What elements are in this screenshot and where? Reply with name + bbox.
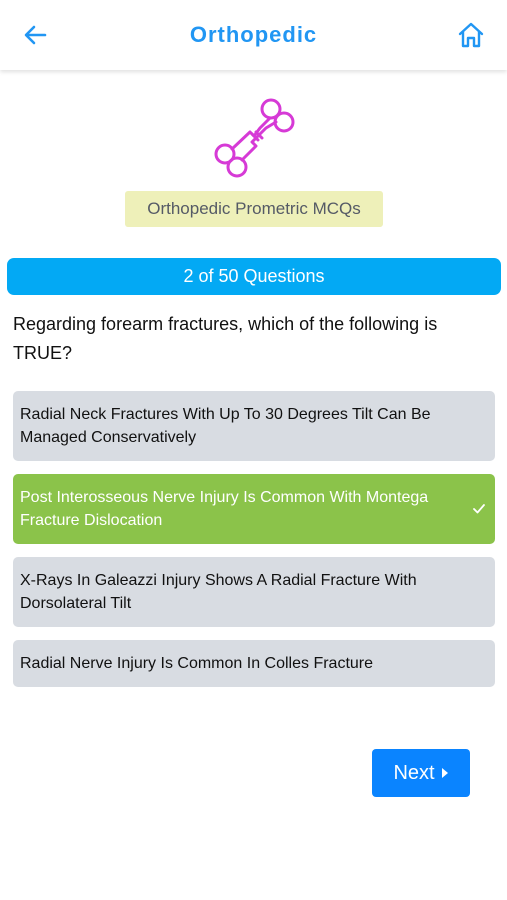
answer-option-label: Radial Nerve Injury Is Common In Colles … [20, 655, 374, 672]
answer-option-2[interactable]: Post Interosseous Nerve Injury Is Common… [13, 474, 495, 544]
home-button[interactable] [454, 18, 488, 52]
answer-option-1[interactable]: Radial Neck Fractures With Up To 30 Degr… [13, 391, 495, 461]
answer-option-label: Post Interosseous Nerve Injury Is Common… [20, 489, 429, 529]
home-icon [458, 22, 484, 48]
question-text: Regarding forearm fractures, which of th… [13, 314, 438, 363]
app-bar: Orthopedic [0, 0, 507, 70]
answer-option-3[interactable]: X-Rays In Galeazzi Injury Shows A Radial… [13, 557, 495, 627]
question-progress: 2 of 50 Questions [7, 258, 501, 295]
next-button[interactable]: Next [372, 749, 470, 797]
answer-option-label: X-Rays In Galeazzi Injury Shows A Radial… [20, 572, 417, 612]
checkmark-icon [473, 504, 485, 514]
category-badge: Orthopedic Prometric MCQs [125, 191, 383, 227]
answer-option-4[interactable]: Radial Nerve Injury Is Common In Colles … [13, 640, 495, 687]
page-title: Orthopedic [189, 22, 318, 47]
next-button-label: Next [393, 761, 435, 784]
broken-bone-icon [212, 96, 298, 180]
caret-right-icon [441, 768, 448, 778]
answer-option-label: Radial Neck Fractures With Up To 30 Degr… [20, 406, 431, 446]
